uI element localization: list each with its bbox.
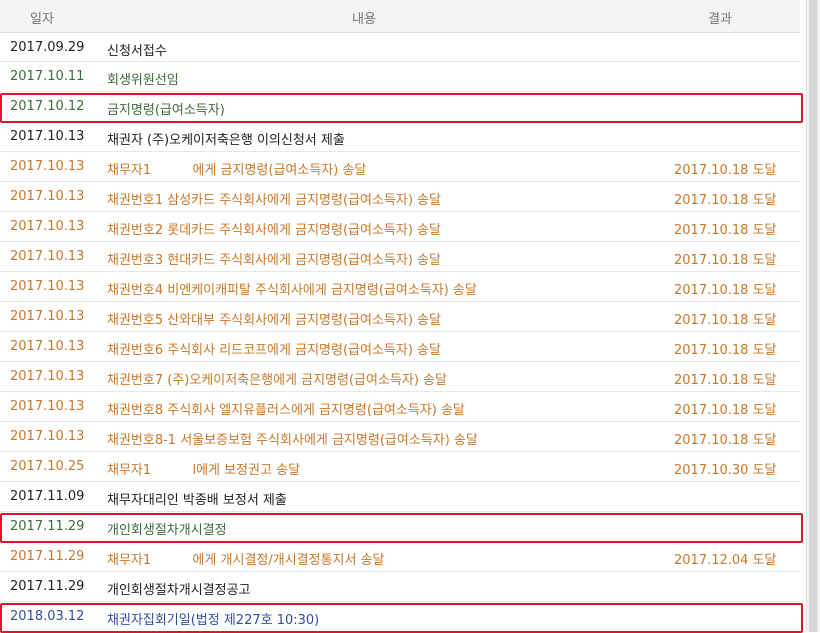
row-date: 2017.10.12 — [10, 99, 85, 114]
row-result: 2017.10.18 도달 — [674, 193, 777, 208]
row-date: 2017.10.13 — [10, 279, 85, 294]
row-content: 금지명령(급여소득자) — [107, 103, 225, 118]
table-row: 2017.10.12 금지명령(급여소득자) — [0, 92, 803, 123]
table-row: 2017.10.13 채권번호5 산와대부 주식회사에게 금지명령(급여소득자) … — [0, 302, 800, 332]
table-header: 일자 내용 결과 — [0, 0, 800, 33]
row-date: 2017.10.13 — [10, 369, 85, 384]
table-row: 2017.11.29 개인회생절차개시결정공고 — [0, 572, 800, 602]
row-result: 2017.10.18 도달 — [674, 223, 777, 238]
row-result: 2017.10.18 도달 — [674, 343, 777, 358]
row-content: 채권번호7 (주)오케이저축은행에게 금지명령(급여소득자) 송달 — [107, 373, 447, 388]
row-date: 2017.11.09 — [10, 489, 85, 504]
table-row: 2017.10.13 채권번호6 주식회사 리드코프에게 금지명령(급여소득자) … — [0, 332, 800, 362]
row-date: 2017.10.13 — [10, 429, 85, 444]
row-content: 채권번호2 롯데카드 주식회사에게 금지명령(급여소득자) 송달 — [107, 223, 441, 238]
row-result: 2017.10.18 도달 — [674, 433, 777, 448]
row-content: 채권번호1 삼성카드 주식회사에게 금지명령(급여소득자) 송달 — [107, 193, 441, 208]
row-date: 2017.10.13 — [10, 159, 85, 174]
row-content: 개인회생절차개시결정 — [107, 523, 227, 538]
row-result: 2017.10.18 도달 — [674, 163, 777, 178]
row-date: 2017.10.13 — [10, 219, 85, 234]
row-content: 채무자대리인 박종배 보정서 제출 — [107, 493, 287, 508]
row-date: 2017.10.13 — [10, 339, 85, 354]
row-result: 2017.10.18 도달 — [674, 283, 777, 298]
row-content: 신청서접수 — [107, 44, 167, 59]
scrollbar-thumb[interactable] — [809, 0, 817, 632]
table-row: 2017.10.13 채권번호8 주식회사 엘지유플러스에게 금지명령(급여소득자… — [0, 392, 800, 422]
row-date: 2017.10.13 — [10, 249, 85, 264]
row-content: 채무자1 에게 금지명령(급여소득자) 송달 — [107, 163, 367, 178]
table-row: 2017.10.13 채권번호8-1 서울보증보험 주식회사에게 금지명령(급여소… — [0, 422, 800, 452]
row-result: 2017.10.18 도달 — [674, 253, 777, 268]
row-date: 2017.11.29 — [10, 579, 85, 594]
table-row: 2017.09.29 신청서접수 — [0, 33, 800, 62]
row-content: 채무자1 l에게 보정권고 송달 — [107, 463, 301, 478]
row-date: 2017.11.29 — [10, 519, 85, 534]
table-row: 2017.10.25 채무자1 l에게 보정권고 송달 2017.10.30 도달 — [0, 452, 800, 482]
header-result: 결과 — [708, 12, 732, 27]
row-result: 2017.12.04 도달 — [674, 553, 777, 568]
row-content: 채무자1 에게 개시결정/개시결정통지서 송달 — [107, 553, 385, 568]
table-row: 2017.11.29 개인회생절차개시결정 — [0, 512, 803, 543]
row-date: 2017.10.13 — [10, 309, 85, 324]
row-date: 2017.11.29 — [10, 549, 85, 564]
table-row: 2017.10.11 회생위원선임 — [0, 62, 800, 92]
table-row: 2017.10.13 채권번호2 롯데카드 주식회사에게 금지명령(급여소득자) … — [0, 212, 800, 242]
row-content: 채권자집회기일(법정 제227호 10:30) — [107, 613, 320, 628]
row-content: 채권번호8 주식회사 엘지유플러스에게 금지명령(급여소득자) 송달 — [107, 403, 465, 418]
table-row: 2017.11.09 채무자대리인 박종배 보정서 제출 — [0, 482, 800, 512]
row-date: 2017.10.13 — [10, 399, 85, 414]
row-date: 2018.03.12 — [10, 609, 85, 624]
row-content: 채권번호4 비엔케이캐피탈 주식회사에게 금지명령(급여소득자) 송달 — [107, 283, 477, 298]
row-content: 채권자 (주)오케이저축은행 이의신청서 제출 — [107, 133, 345, 148]
header-content: 내용 — [352, 12, 376, 27]
table-row: 2018.03.12 채권자집회기일(법정 제227호 10:30) — [0, 602, 803, 633]
table-row: 2017.10.13 채권번호3 현대카드 주식회사에게 금지명령(급여소득자) … — [0, 242, 800, 272]
table-row: 2017.10.13 채권번호1 삼성카드 주식회사에게 금지명령(급여소득자) … — [0, 182, 800, 212]
row-result: 2017.10.18 도달 — [674, 373, 777, 388]
row-date: 2017.10.13 — [10, 189, 85, 204]
case-progress-table: 일자 내용 결과 2017.09.29 신청서접수 2017.10.11 회생위원선임… — [0, 0, 803, 633]
row-date: 2017.10.25 — [10, 459, 85, 474]
row-result: 2017.10.18 도달 — [674, 313, 777, 328]
table-body: 2017.09.29 신청서접수 2017.10.11 회생위원선임 2017.10.1… — [0, 33, 803, 633]
header-date: 일자 — [30, 12, 54, 27]
row-result: 2017.10.30 도달 — [674, 463, 777, 478]
table-row: 2017.10.13 채권번호7 (주)오케이저축은행에게 금지명령(급여소득자)… — [0, 362, 800, 392]
row-content: 채권번호3 현대카드 주식회사에게 금지명령(급여소득자) 송달 — [107, 253, 441, 268]
table-row: 2017.11.29 채무자1 에게 개시결정/개시결정통지서 송달 2017.12… — [0, 542, 800, 572]
table-row: 2017.10.13 채무자1 에게 금지명령(급여소득자) 송달 2017.10.… — [0, 152, 800, 182]
row-date: 2017.10.11 — [10, 69, 85, 84]
row-content: 채권번호6 주식회사 리드코프에게 금지명령(급여소득자) 송달 — [107, 343, 441, 358]
row-result: 2017.10.18 도달 — [674, 403, 777, 418]
row-content: 채권번호8-1 서울보증보험 주식회사에게 금지명령(급여소득자) 송달 — [107, 433, 478, 448]
row-content: 개인회생절차개시결정공고 — [107, 583, 251, 598]
row-date: 2017.10.13 — [10, 129, 85, 144]
row-date: 2017.09.29 — [10, 40, 85, 55]
table-row: 2017.10.13 채권번호4 비엔케이캐피탈 주식회사에게 금지명령(급여소득… — [0, 272, 800, 302]
table-row: 2017.10.13 채권자 (주)오케이저축은행 이의신청서 제출 — [0, 122, 800, 152]
row-content: 채권번호5 산와대부 주식회사에게 금지명령(급여소득자) 송달 — [107, 313, 441, 328]
row-content: 회생위원선임 — [107, 73, 179, 88]
